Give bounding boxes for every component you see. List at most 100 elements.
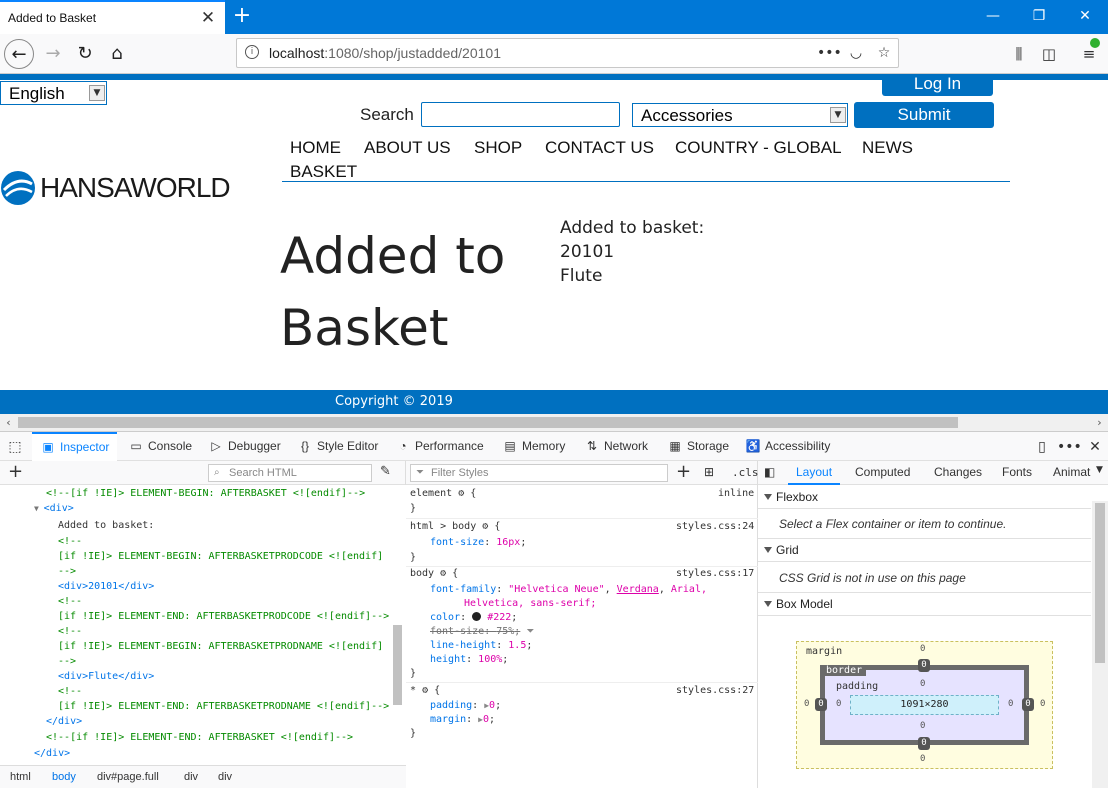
html-line[interactable]: </div> (34, 746, 70, 761)
rule-source[interactable]: styles.css:17 (676, 566, 754, 581)
padding-right-value[interactable]: 0 (1008, 699, 1013, 709)
padding-bottom-value[interactable]: 0 (920, 721, 925, 731)
html-line[interactable]: <!-- (58, 684, 82, 699)
tab-inspector[interactable]: ▣ Inspector (32, 432, 118, 461)
padding-left-value[interactable]: 0 (836, 699, 841, 709)
pick-element-icon[interactable]: ⬚ (4, 436, 26, 458)
breadcrumb-div-page[interactable]: div#page.full (97, 766, 159, 788)
declaration[interactable]: line-height: 1.5; (430, 638, 532, 653)
language-select[interactable]: English ▼ (0, 81, 107, 105)
html-line[interactable]: [if !IE]> ELEMENT-BEGIN: AFTERBASKETPROD… (58, 639, 383, 654)
tab-layout[interactable]: Layout (788, 461, 841, 485)
menu-item-contact-us[interactable]: CONTACT US (545, 138, 654, 158)
tab-computed[interactable]: Computed (855, 461, 910, 483)
filter-styles-input[interactable]: ⏷ Filter Styles (410, 464, 668, 482)
breadcrumb-div[interactable]: div (218, 766, 232, 788)
scrollbar-thumb[interactable] (393, 625, 402, 705)
tab-debugger[interactable]: ▷ Debugger (208, 432, 280, 461)
bookmark-star-icon[interactable]: ☆ (873, 42, 895, 64)
horizontal-scrollbar[interactable]: ‹ › (0, 414, 1108, 431)
border-right-value[interactable]: 0 (1022, 698, 1034, 711)
chevron-down-icon[interactable]: ▼ (1096, 465, 1103, 475)
sidebar-icon[interactable]: ◫ (1036, 41, 1062, 67)
tab-console[interactable]: ▭ Console (128, 432, 192, 461)
rule-element[interactable]: element ⚙ { (410, 486, 476, 501)
margin-top-value[interactable]: 0 (920, 644, 925, 654)
tab-network[interactable]: ⇅ Network (584, 432, 648, 461)
menu-item-home[interactable]: HOME (290, 138, 341, 158)
margin-left-value[interactable]: 0 (804, 699, 809, 709)
padding-top-value[interactable]: 0 (920, 679, 925, 689)
html-line[interactable]: <!--[if !IE]> ELEMENT-BEGIN: AFTERBASKET… (46, 486, 365, 501)
html-line[interactable]: <!-- (58, 594, 82, 609)
forward-arrow-icon[interactable]: → (38, 39, 68, 69)
search-input[interactable] (421, 102, 620, 127)
breadcrumb-body[interactable]: body (52, 766, 76, 788)
menu-item-basket[interactable]: BASKET (290, 162, 357, 182)
browser-tab[interactable]: Added to Basket ✕ (0, 0, 225, 34)
page-actions-icon[interactable]: ••• (817, 42, 842, 64)
window-close-icon[interactable]: ✕ (1062, 0, 1108, 32)
toggle-sidebar-icon[interactable]: ◧ (764, 465, 775, 479)
declaration[interactable]: font-family: "Helvetica Neue", Verdana, … (430, 582, 707, 597)
search-html-input[interactable]: ⌕ Search HTML (208, 464, 372, 482)
filter-funnel-icon[interactable]: ⏷ (526, 626, 534, 637)
html-line[interactable]: ▼ <div> (34, 501, 74, 516)
menu-item-news[interactable]: NEWS (862, 138, 913, 158)
html-line[interactable]: --> (58, 654, 76, 669)
login-button[interactable]: Log In (882, 74, 993, 96)
margin-bottom-value[interactable]: 0 (920, 754, 925, 764)
tab-close-icon[interactable]: ✕ (198, 6, 218, 30)
grid-section-header[interactable]: Grid (758, 539, 1091, 562)
boxmodel-section-header[interactable]: Box Model (758, 593, 1091, 616)
html-line[interactable]: --> (58, 564, 76, 579)
tab-storage[interactable]: ▦ Storage (667, 432, 729, 461)
html-line[interactable]: <div>20101</div> (58, 579, 154, 594)
rule-source[interactable]: inline (718, 486, 754, 501)
url-bar[interactable]: i localhost:1080/shop/justadded/20101 ••… (236, 38, 899, 68)
gear-icon[interactable]: ⚙ (422, 685, 428, 696)
menu-item-shop[interactable]: SHOP (474, 138, 522, 158)
declaration-overridden[interactable]: font-size: 75%; ⏷ (430, 624, 534, 639)
site-info-icon[interactable]: i (245, 45, 259, 59)
new-tab-icon[interactable]: + (228, 2, 256, 30)
html-line[interactable]: Added to basket: (58, 518, 154, 533)
html-line[interactable]: [if !IE]> ELEMENT-END: AFTERBASKETPRODNA… (58, 699, 389, 714)
responsive-mode-icon[interactable]: ▯ (1031, 436, 1053, 458)
tab-animations[interactable]: Animat (1053, 461, 1090, 483)
minimize-icon[interactable]: — (970, 0, 1016, 32)
rule-source[interactable]: styles.css:24 (676, 519, 754, 534)
declaration[interactable]: padding: ▶0; (430, 698, 501, 713)
box-model-content-size[interactable]: 1091×280 (850, 695, 999, 715)
html-line[interactable]: <!--[if !IE]> ELEMENT-END: AFTERBASKET <… (46, 730, 353, 745)
toggle-pseudo-icon[interactable]: ⊞ (704, 465, 714, 479)
add-rule-icon[interactable]: + (676, 462, 691, 482)
gear-icon[interactable]: ⚙ (440, 568, 446, 579)
tab-accessibility[interactable]: ♿ Accessibility (745, 432, 831, 461)
submit-button[interactable]: Submit (854, 102, 994, 128)
tab-performance[interactable]: ◔ Performance (395, 432, 483, 461)
rule-source[interactable]: styles.css:27 (676, 683, 754, 698)
scrollbar-thumb[interactable] (1095, 503, 1105, 663)
gear-icon[interactable]: ⚙ (458, 488, 464, 499)
expand-arrow-icon[interactable]: ▼ (34, 504, 44, 513)
restore-icon[interactable]: ❐ (1016, 0, 1062, 32)
cls-toggle[interactable]: .cls (732, 466, 759, 479)
breadcrumb-html[interactable]: html (10, 766, 31, 788)
color-swatch-icon[interactable] (472, 612, 482, 621)
border-bottom-value[interactable]: 0 (918, 737, 930, 750)
layout-scrollbar[interactable] (1092, 501, 1108, 788)
html-line[interactable]: </div> (46, 714, 82, 729)
menu-item-about-us[interactable]: ABOUT US (364, 138, 451, 158)
tab-fonts[interactable]: Fonts (1002, 461, 1032, 483)
reload-icon[interactable]: ↻ (70, 39, 100, 69)
rule-universal[interactable]: * ⚙ { (410, 683, 440, 698)
add-node-icon[interactable]: + (8, 462, 23, 482)
declaration[interactable]: font-size: 16px; (430, 535, 526, 550)
html-line[interactable]: <div>Flute</div> (58, 669, 154, 684)
border-top-value[interactable]: 0 (918, 659, 930, 672)
tab-memory[interactable]: ▤ Memory (502, 432, 565, 461)
breadcrumb-div[interactable]: div (184, 766, 198, 788)
library-icon[interactable]: ⫼ (1006, 41, 1032, 67)
html-line[interactable]: <!-- (58, 624, 82, 639)
